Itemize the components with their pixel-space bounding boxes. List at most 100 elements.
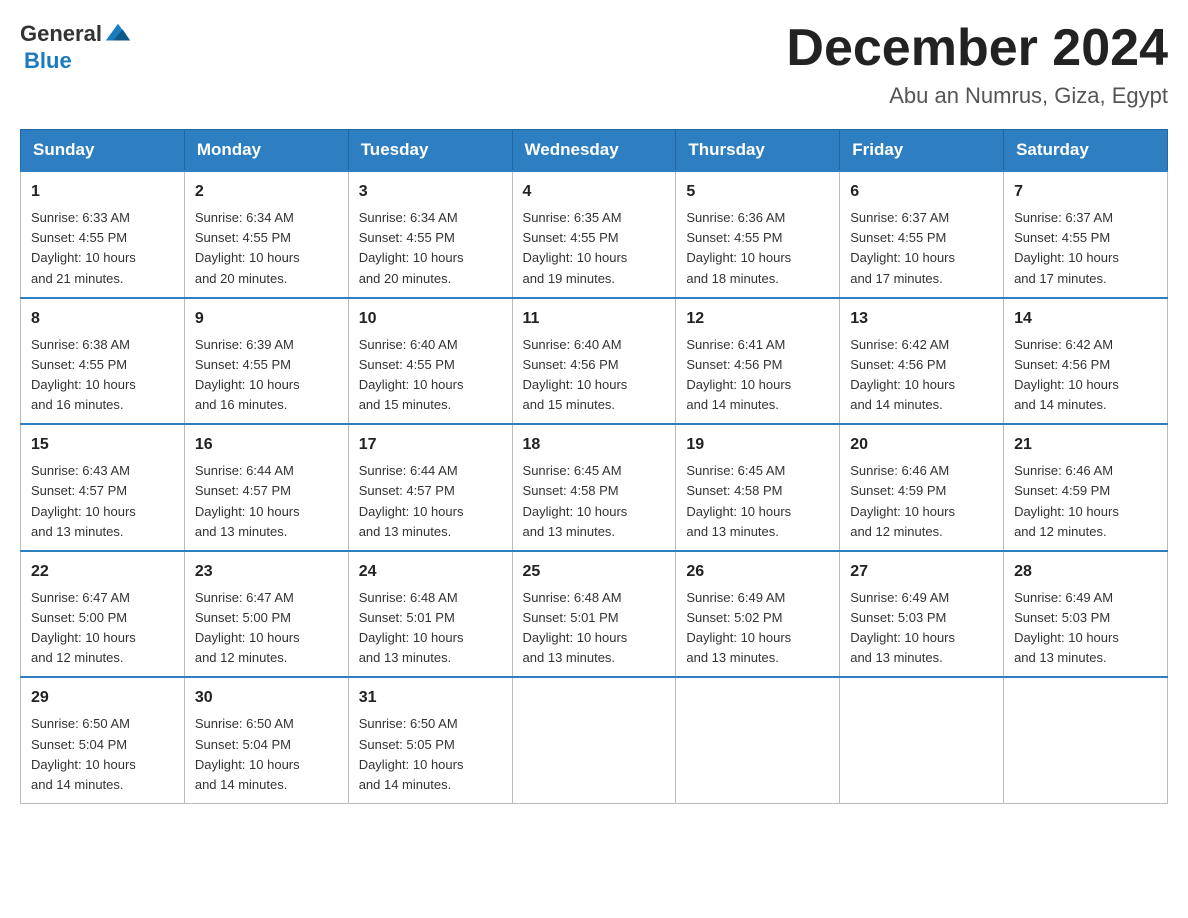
day-info: Sunrise: 6:42 AMSunset: 4:56 PMDaylight:… (1014, 335, 1157, 416)
day-info: Sunrise: 6:42 AMSunset: 4:56 PMDaylight:… (850, 335, 993, 416)
day-info: Sunrise: 6:44 AMSunset: 4:57 PMDaylight:… (195, 461, 338, 542)
calendar-week-row: 29 Sunrise: 6:50 AMSunset: 5:04 PMDayligh… (21, 677, 1168, 803)
day-number: 24 (359, 560, 502, 584)
table-row: 25 Sunrise: 6:48 AMSunset: 5:01 PMDayligh… (512, 551, 676, 678)
day-number: 29 (31, 686, 174, 710)
table-row: 17 Sunrise: 6:44 AMSunset: 4:57 PMDayligh… (348, 424, 512, 551)
day-number: 16 (195, 433, 338, 457)
title-section: December 2024 Abu an Numrus, Giza, Egypt (786, 20, 1168, 109)
table-row: 23Sunrise: 6:47 AMSunset: 5:00 PMDayligh… (184, 551, 348, 678)
col-header-thursday: Thursday (676, 130, 840, 172)
logo-icon (104, 20, 132, 48)
table-row: 13 Sunrise: 6:42 AMSunset: 4:56 PMDayligh… (840, 298, 1004, 425)
table-row (512, 677, 676, 803)
calendar-week-row: 15 Sunrise: 6:43 AMSunset: 4:57 PMDayligh… (21, 424, 1168, 551)
day-info: Sunrise: 6:36 AMSunset: 4:55 PMDaylight:… (686, 208, 829, 289)
logo-text-blue: Blue (24, 48, 132, 74)
day-info: Sunrise: 6:49 AMSunset: 5:03 PMDaylight:… (850, 588, 993, 669)
day-number: 31 (359, 686, 502, 710)
day-info: Sunrise: 6:45 AMSunset: 4:58 PMDaylight:… (523, 461, 666, 542)
day-number: 13 (850, 307, 993, 331)
day-number: 26 (686, 560, 829, 584)
logo-text-general: General (20, 21, 102, 47)
day-number: 27 (850, 560, 993, 584)
table-row: 3Sunrise: 6:34 AMSunset: 4:55 PMDaylight… (348, 171, 512, 298)
day-number: 10 (359, 307, 502, 331)
day-info: Sunrise: 6:48 AMSunset: 5:01 PMDaylight:… (523, 588, 666, 669)
day-info: Sunrise: 6:37 AMSunset: 4:55 PMDaylight:… (1014, 208, 1157, 289)
table-row: 2Sunrise: 6:34 AMSunset: 4:55 PMDaylight… (184, 171, 348, 298)
table-row: 9Sunrise: 6:39 AMSunset: 4:55 PMDaylight… (184, 298, 348, 425)
table-row: 4 Sunrise: 6:35 AMSunset: 4:55 PMDaylight… (512, 171, 676, 298)
day-info: Sunrise: 6:47 AMSunset: 5:00 PMDaylight:… (195, 588, 338, 669)
col-header-monday: Monday (184, 130, 348, 172)
logo: General Blue (20, 20, 132, 74)
table-row: 18 Sunrise: 6:45 AMSunset: 4:58 PMDayligh… (512, 424, 676, 551)
calendar-week-row: 22 Sunrise: 6:47 AMSunset: 5:00 PMDayligh… (21, 551, 1168, 678)
day-number: 22 (31, 560, 174, 584)
day-info: Sunrise: 6:33 AMSunset: 4:55 PMDaylight:… (31, 208, 174, 289)
day-info: Sunrise: 6:40 AMSunset: 4:55 PMDaylight:… (359, 335, 502, 416)
col-header-wednesday: Wednesday (512, 130, 676, 172)
day-number: 9 (195, 307, 338, 331)
table-row: 6Sunrise: 6:37 AMSunset: 4:55 PMDaylight… (840, 171, 1004, 298)
table-row: 14 Sunrise: 6:42 AMSunset: 4:56 PMDayligh… (1004, 298, 1168, 425)
table-row: 12 Sunrise: 6:41 AMSunset: 4:56 PMDayligh… (676, 298, 840, 425)
day-info: Sunrise: 6:46 AMSunset: 4:59 PMDaylight:… (850, 461, 993, 542)
table-row: 1 Sunrise: 6:33 AMSunset: 4:55 PMDaylight… (21, 171, 185, 298)
day-info: Sunrise: 6:46 AMSunset: 4:59 PMDaylight:… (1014, 461, 1157, 542)
table-row: 26 Sunrise: 6:49 AMSunset: 5:02 PMDayligh… (676, 551, 840, 678)
table-row: 19Sunrise: 6:45 AMSunset: 4:58 PMDayligh… (676, 424, 840, 551)
table-row: 11 Sunrise: 6:40 AMSunset: 4:56 PMDayligh… (512, 298, 676, 425)
day-number: 12 (686, 307, 829, 331)
day-info: Sunrise: 6:49 AMSunset: 5:02 PMDaylight:… (686, 588, 829, 669)
day-info: Sunrise: 6:44 AMSunset: 4:57 PMDaylight:… (359, 461, 502, 542)
table-row: 10 Sunrise: 6:40 AMSunset: 4:55 PMDayligh… (348, 298, 512, 425)
table-row: 21Sunrise: 6:46 AMSunset: 4:59 PMDayligh… (1004, 424, 1168, 551)
day-info: Sunrise: 6:48 AMSunset: 5:01 PMDaylight:… (359, 588, 502, 669)
month-title: December 2024 (786, 20, 1168, 77)
calendar-week-row: 1 Sunrise: 6:33 AMSunset: 4:55 PMDaylight… (21, 171, 1168, 298)
day-info: Sunrise: 6:37 AMSunset: 4:55 PMDaylight:… (850, 208, 993, 289)
table-row: 8 Sunrise: 6:38 AMSunset: 4:55 PMDaylight… (21, 298, 185, 425)
day-number: 25 (523, 560, 666, 584)
day-info: Sunrise: 6:50 AMSunset: 5:04 PMDaylight:… (195, 714, 338, 795)
calendar-table: Sunday Monday Tuesday Wednesday Thursday… (20, 129, 1168, 804)
day-number: 17 (359, 433, 502, 457)
day-info: Sunrise: 6:47 AMSunset: 5:00 PMDaylight:… (31, 588, 174, 669)
day-number: 1 (31, 180, 174, 204)
day-number: 28 (1014, 560, 1157, 584)
day-number: 15 (31, 433, 174, 457)
day-info: Sunrise: 6:45 AMSunset: 4:58 PMDaylight:… (686, 461, 829, 542)
day-info: Sunrise: 6:38 AMSunset: 4:55 PMDaylight:… (31, 335, 174, 416)
table-row: 30Sunrise: 6:50 AMSunset: 5:04 PMDayligh… (184, 677, 348, 803)
table-row: 16 Sunrise: 6:44 AMSunset: 4:57 PMDayligh… (184, 424, 348, 551)
day-number: 14 (1014, 307, 1157, 331)
table-row: 5 Sunrise: 6:36 AMSunset: 4:55 PMDaylight… (676, 171, 840, 298)
col-header-tuesday: Tuesday (348, 130, 512, 172)
day-number: 11 (523, 307, 666, 331)
day-number: 4 (523, 180, 666, 204)
day-info: Sunrise: 6:41 AMSunset: 4:56 PMDaylight:… (686, 335, 829, 416)
page-header: General Blue December 2024 Abu an Numrus… (20, 20, 1168, 109)
day-info: Sunrise: 6:50 AMSunset: 5:05 PMDaylight:… (359, 714, 502, 795)
table-row: 7Sunrise: 6:37 AMSunset: 4:55 PMDaylight… (1004, 171, 1168, 298)
table-row: 20Sunrise: 6:46 AMSunset: 4:59 PMDayligh… (840, 424, 1004, 551)
day-info: Sunrise: 6:50 AMSunset: 5:04 PMDaylight:… (31, 714, 174, 795)
day-number: 18 (523, 433, 666, 457)
col-header-sunday: Sunday (21, 130, 185, 172)
day-info: Sunrise: 6:40 AMSunset: 4:56 PMDaylight:… (523, 335, 666, 416)
table-row: 24 Sunrise: 6:48 AMSunset: 5:01 PMDayligh… (348, 551, 512, 678)
table-row: 28Sunrise: 6:49 AMSunset: 5:03 PMDayligh… (1004, 551, 1168, 678)
table-row: 15 Sunrise: 6:43 AMSunset: 4:57 PMDayligh… (21, 424, 185, 551)
table-row (840, 677, 1004, 803)
calendar-week-row: 8 Sunrise: 6:38 AMSunset: 4:55 PMDaylight… (21, 298, 1168, 425)
table-row (676, 677, 840, 803)
table-row: 29 Sunrise: 6:50 AMSunset: 5:04 PMDayligh… (21, 677, 185, 803)
day-info: Sunrise: 6:43 AMSunset: 4:57 PMDaylight:… (31, 461, 174, 542)
day-number: 8 (31, 307, 174, 331)
day-info: Sunrise: 6:35 AMSunset: 4:55 PMDaylight:… (523, 208, 666, 289)
day-number: 2 (195, 180, 338, 204)
day-number: 5 (686, 180, 829, 204)
col-header-friday: Friday (840, 130, 1004, 172)
